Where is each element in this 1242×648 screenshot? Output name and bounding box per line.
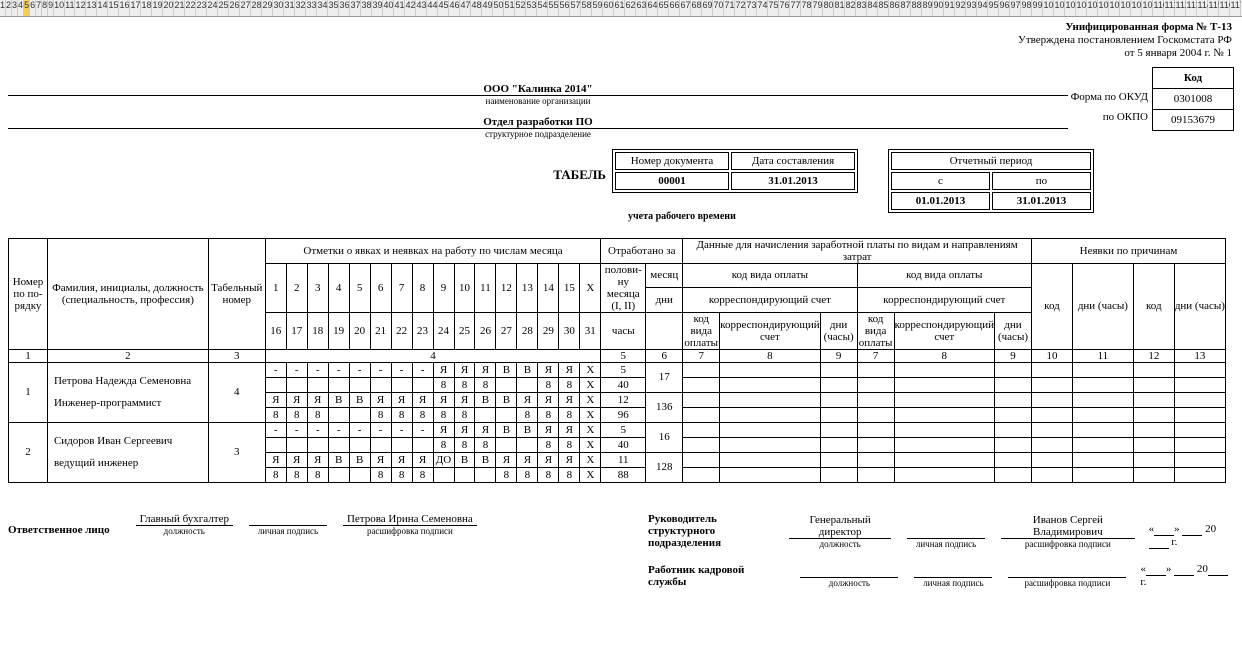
okpo-value: 09153679 [1153, 110, 1233, 130]
resp-position: Главный бухгалтер [136, 513, 233, 526]
doc-num: 00001 [615, 172, 729, 190]
resp-name: Петрова Ирина Семеновна [343, 513, 477, 526]
cap-sign2: личная подпись [907, 539, 985, 549]
hr-date: « » 20 г. [1140, 563, 1234, 588]
period-to: 31.01.2013 [992, 192, 1091, 210]
cap-name3: расшифровка подписи [1008, 578, 1126, 588]
okud-label: Форма по ОКУД [1071, 87, 1148, 107]
cap-position3: должность [800, 578, 898, 588]
form-header: Унифицированная форма № Т-13 Утверждена … [8, 21, 1232, 61]
doc-num-label: Номер документа [615, 152, 729, 170]
org-sub: наименование организации [8, 96, 1068, 106]
doc-period-box: Отчетный период с по 01.01.2013 31.01.20… [888, 149, 1094, 213]
period-label: Отчетный период [891, 152, 1091, 170]
column-ruler: 1234567891011121314151617181920212223242… [0, 0, 1242, 17]
dept-name: Отдел разработки ПО [8, 106, 1068, 129]
dept-sub: структурное подразделение [8, 129, 1068, 139]
okud-value: 0301008 [1153, 89, 1233, 110]
okpo-label: по ОКПО [1103, 107, 1148, 127]
timesheet-table: Номер по по-рядкуФамилия, инициалы, долж… [8, 238, 1226, 483]
org-name: ООО "Калинка 2014" [8, 73, 1068, 96]
cap-sign: личная подпись [249, 526, 327, 536]
cap-position2: должность [789, 539, 891, 549]
doc-number-box: Номер документа Дата составления 00001 3… [612, 149, 858, 193]
head-position: Генеральный директор [789, 514, 891, 539]
resp-label: Ответственное лицо [8, 524, 110, 536]
org-section: ООО "Калинка 2014" наименование организа… [8, 73, 1068, 139]
head-label: Руководитель структурного подразделения [648, 513, 763, 549]
codes-header: Код [1153, 68, 1233, 89]
head-date: « » 20 г. [1149, 523, 1234, 549]
signature-area: Ответственное лицо Главный бухгалтердолж… [8, 513, 1234, 588]
cap-sign3: личная подпись [914, 578, 992, 588]
doc-title-block: ТАБЕЛЬ [553, 149, 606, 183]
period-from: 01.01.2013 [891, 192, 990, 210]
cap-position: должность [136, 526, 233, 536]
period-from-label: с [891, 172, 990, 190]
doc-date-label: Дата составления [731, 152, 855, 170]
doc-title: ТАБЕЛЬ [553, 167, 606, 183]
form-date: от 5 января 2004 г. № 1 [8, 47, 1232, 60]
cap-name2: расшифровка подписи [1001, 539, 1135, 549]
form-approved: Утверждена постановлением Госкомстата РФ [8, 34, 1232, 47]
doc-date: 31.01.2013 [731, 172, 855, 190]
cap-name: расшифровка подписи [343, 526, 477, 536]
period-to-label: по [992, 172, 1091, 190]
form-title: Унифицированная форма № Т-13 [8, 21, 1232, 34]
head-name: Иванов Сергей Владимирович [1001, 514, 1135, 539]
hr-label: Работник кадровой службы [648, 564, 774, 588]
